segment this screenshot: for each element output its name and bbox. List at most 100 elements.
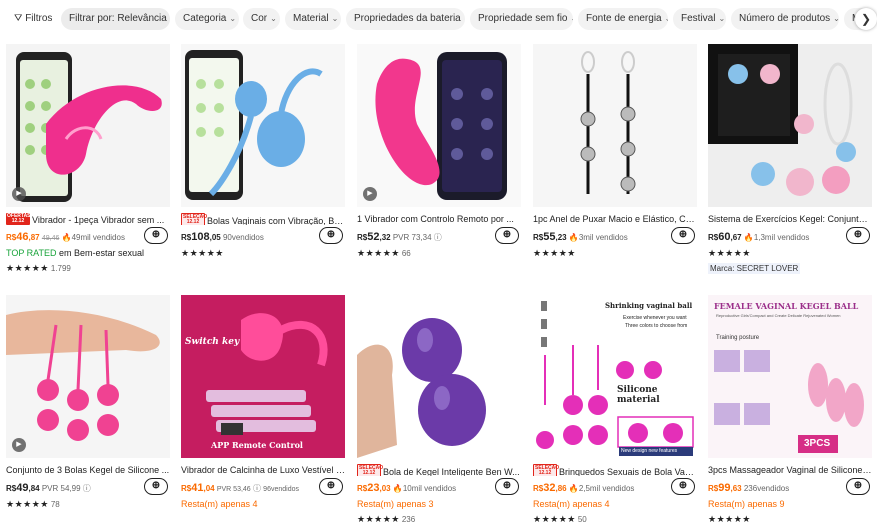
product-title[interactable]: 3pcs Massageador Vaginal de Silicone, ..…: [708, 464, 872, 476]
product-card[interactable]: FEMALE VAGINAL KEGEL BALL Reproductive G…: [708, 295, 872, 525]
add-to-cart-button[interactable]: ⊕: [671, 478, 695, 495]
filter-propriedade-sem-fio[interactable]: Propriedade sem fio⌄: [470, 8, 573, 30]
sold-count: 3mil vendidos: [578, 233, 628, 242]
price-line: R$41,04 PVR 53,46 ⓘ 96vendidos: [181, 481, 321, 495]
product-image[interactable]: FEMALE VAGINAL KEGEL BALL Reproductive G…: [708, 295, 872, 458]
old-price: 49,46: [41, 235, 60, 242]
product-image[interactable]: ▶: [357, 44, 521, 207]
rating-stars: ★★★★★ 66: [357, 248, 411, 258]
price-line: R$23,03 🔥10mil vendidos: [357, 481, 497, 495]
cart-icon: ⊕: [502, 229, 512, 240]
product-title[interactable]: OFERTAS 12.12 Vibrador - 1peça Vibrador s…: [6, 213, 170, 225]
chevron-down-icon: ⌄: [229, 14, 237, 23]
filter-propriedades-bateria[interactable]: Propriedades da bateria⌄: [346, 8, 465, 30]
rating-stars: ★★★★★ 1.799: [6, 263, 71, 273]
add-to-cart-button[interactable]: ⊕: [495, 227, 519, 244]
chevron-down-icon: ⌄: [331, 14, 339, 23]
rating-stars: ★★★★★: [181, 248, 224, 258]
flame-icon: 🔥: [392, 484, 403, 493]
brand-tag[interactable]: Marca: SECRET LOVER: [708, 263, 801, 274]
product-title[interactable]: Conjunto de 3 Bolas Kegel de Silicone ..…: [6, 464, 170, 476]
product-card[interactable]: 1pc Anel de Puxar Macio e Elástico, Co..…: [533, 44, 697, 276]
add-to-cart-button[interactable]: ⊕: [846, 227, 870, 244]
filter-fonte-energia[interactable]: Fonte de energia ⌄: [578, 8, 668, 30]
product-card[interactable]: ▶ Conjunto de 3 Bolas Kegel de Silicone …: [6, 295, 170, 525]
image-caption-sub1: Exercise whenever you want: [623, 315, 687, 321]
product-card[interactable]: ▶ OFERTAS 12.12 Vibrador - 1peça Vibrador…: [6, 44, 170, 276]
product-image[interactable]: [533, 44, 697, 207]
product-image[interactable]: [708, 44, 872, 207]
filter-icon: ⛛: [14, 13, 23, 24]
stock-warning: Resta(m) apenas 4: [181, 499, 258, 509]
cart-icon: ⊕: [853, 229, 863, 240]
cart-icon: ⊕: [326, 229, 336, 240]
product-title[interactable]: SELEÇÃO 12.12 Bolas Vaginais com Vibração…: [181, 213, 345, 225]
price-line: R$60,67 🔥1,3mil vendidos: [708, 230, 848, 244]
filter-bar: ⛛ Filtros Filtrar por: Relevância⌄ Categ…: [0, 0, 877, 38]
image-caption-sub: Reproductive Girls'Compact and Create De…: [716, 313, 841, 318]
cart-icon: ⊕: [853, 480, 863, 491]
sold-count: 90vendidos: [222, 233, 264, 242]
add-to-cart-button[interactable]: ⊕: [846, 478, 870, 495]
flame-icon: 🔥: [568, 484, 579, 493]
product-card[interactable]: Sistema de Exercícios Kegel: Conjunto ..…: [708, 44, 872, 276]
product-card[interactable]: ▶ 1 Vibrador com Controlo Remoto por ...…: [357, 44, 521, 276]
image-caption-title: FEMALE VAGINAL KEGEL BALL: [714, 301, 859, 311]
filter-festival[interactable]: Festival ⌄: [673, 8, 726, 30]
product-card[interactable]: Switch key APP Remote Control Vibrador d…: [181, 295, 345, 525]
add-to-cart-button[interactable]: ⊕: [495, 478, 519, 495]
add-to-cart-button[interactable]: ⊕: [671, 227, 695, 244]
product-title[interactable]: 1 Vibrador com Controlo Remoto por ...: [357, 213, 521, 225]
rating-stars: ★★★★★: [708, 248, 751, 258]
price: R$55,23: [533, 231, 567, 243]
product-card[interactable]: SELEÇÃO 12.12 Bolas Vaginais com Vibração…: [181, 44, 345, 276]
price: R$41,04: [181, 482, 215, 494]
price-line: R$32,86 🔥2,5mil vendidos: [533, 481, 673, 495]
price: R$49,84: [6, 482, 40, 494]
selection-badge: SELEÇÃO 12.12: [181, 213, 208, 225]
image-caption-sub2: Three colors to choose from: [625, 323, 688, 329]
add-to-cart-button[interactable]: ⊕: [319, 478, 343, 495]
add-to-cart-button[interactable]: ⊕: [144, 227, 168, 244]
product-card[interactable]: SELEÇÃO 12.12 Bola de Kegel Inteligente B…: [357, 295, 521, 525]
flame-icon: 🔥: [743, 233, 754, 242]
price-line: R$49,84 PVR 54,99 ⓘ: [6, 481, 146, 495]
filter-categoria[interactable]: Categoria ⌄: [175, 8, 239, 30]
price-line: R$46,87 49,46 🔥49mil vendidos: [6, 230, 146, 244]
add-to-cart-button[interactable]: ⊕: [144, 478, 168, 495]
sold-count: 1,3mil vendidos: [753, 233, 810, 242]
price: R$108,05: [181, 231, 221, 243]
filter-material[interactable]: Material ⌄: [285, 8, 341, 30]
product-title[interactable]: SELEÇÃO 12.12 Brinquedos Sexuais de Bola …: [533, 464, 697, 476]
image-caption-pcs: 3PCS: [804, 438, 831, 449]
play-icon: ▶: [363, 187, 377, 201]
rating-stars: ★★★★★ 50: [533, 514, 587, 524]
product-image[interactable]: [181, 44, 345, 207]
image-caption-app-remote: APP Remote Control: [211, 440, 303, 450]
product-image[interactable]: Shrinking vaginal ball Exercise whenever…: [533, 295, 697, 458]
product-title[interactable]: Sistema de Exercícios Kegel: Conjunto ..…: [708, 213, 872, 225]
info-icon: ⓘ: [433, 233, 442, 242]
sort-relevance-dropdown[interactable]: Filtrar por: Relevância⌄: [61, 8, 170, 30]
filter-cor[interactable]: Cor ⌄: [243, 8, 280, 30]
product-title[interactable]: Vibrador de Calcinha de Luxo Vestível -.…: [181, 464, 345, 476]
product-title[interactable]: 1pc Anel de Puxar Macio e Elástico, Co..…: [533, 213, 697, 225]
chevron-down-icon: ⌄: [571, 14, 574, 23]
product-image[interactable]: ▶: [6, 295, 170, 458]
price: R$60,67: [708, 231, 742, 243]
product-title[interactable]: SELEÇÃO 12.12 Bola de Kegel Inteligente B…: [357, 464, 521, 476]
cart-icon: ⊕: [326, 480, 336, 491]
filters-button[interactable]: ⛛ Filtros: [6, 8, 56, 30]
filter-numero-produtos[interactable]: Número de produtos ⌄: [731, 8, 839, 30]
pvr-price: PVR 53,46: [216, 486, 251, 493]
product-image[interactable]: Switch key APP Remote Control: [181, 295, 345, 458]
rating-stars: ★★★★★ 236: [357, 514, 416, 524]
product-image[interactable]: [357, 295, 521, 458]
chevron-right-icon[interactable]: ❯: [855, 8, 877, 30]
stock-warning: Resta(m) apenas 9: [708, 499, 785, 509]
chevron-down-icon: ⌄: [270, 14, 277, 23]
add-to-cart-button[interactable]: ⊕: [319, 227, 343, 244]
product-card[interactable]: Shrinking vaginal ball Exercise whenever…: [533, 295, 697, 525]
product-image[interactable]: ▶: [6, 44, 170, 207]
sold-count: 49mil vendidos: [71, 233, 125, 242]
